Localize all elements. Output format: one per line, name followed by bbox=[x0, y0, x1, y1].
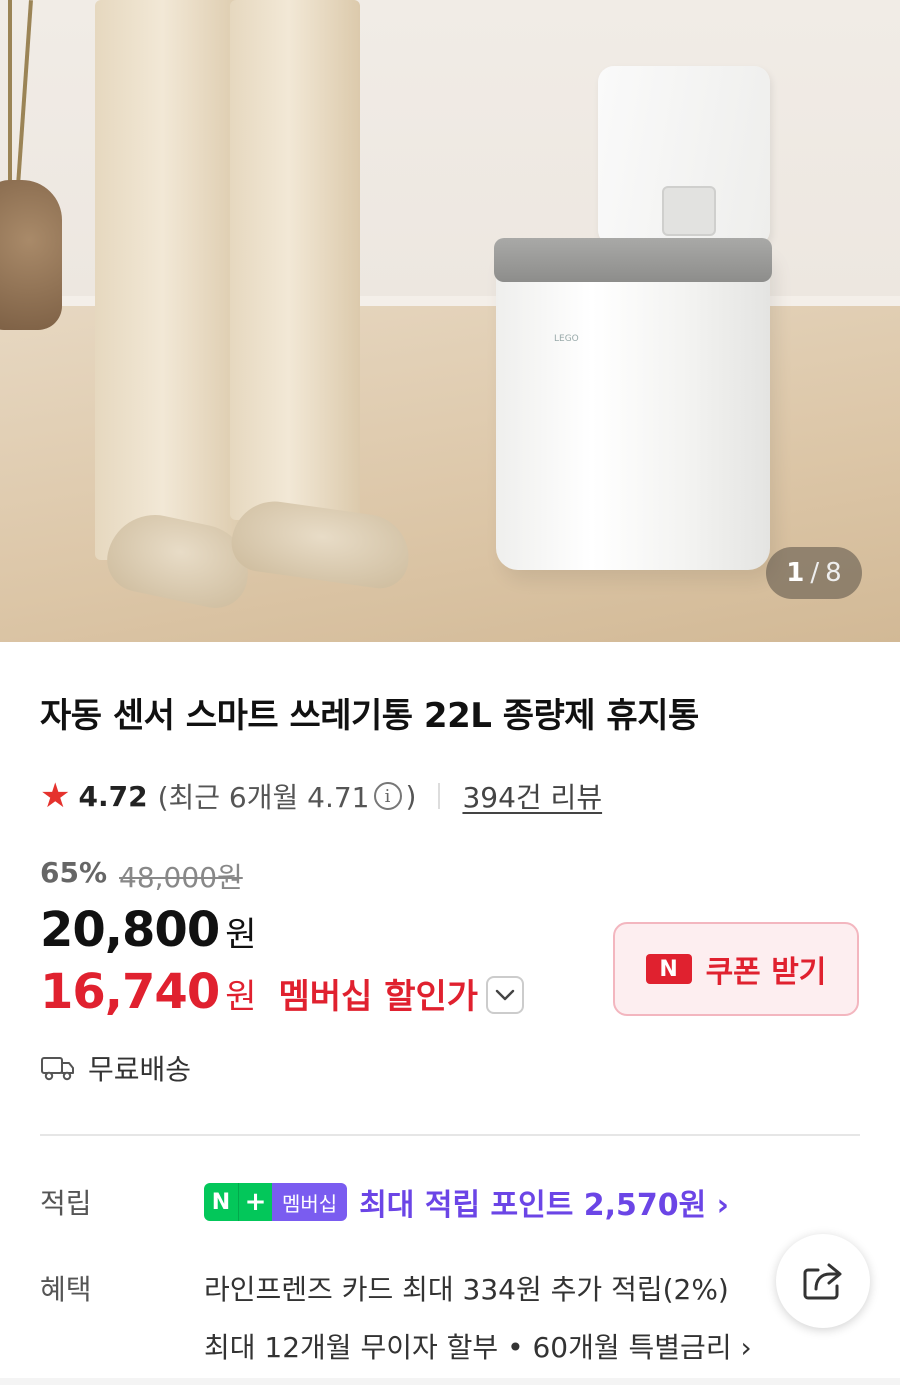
trash-bin-rim bbox=[494, 238, 772, 282]
naver-plus-membership-badge: N + 멤버십 bbox=[204, 1183, 348, 1221]
trash-bin-sensor bbox=[662, 186, 716, 236]
bin-brand-mark: LEGO bbox=[554, 334, 579, 344]
plant-stem bbox=[8, 0, 12, 200]
info-icon[interactable]: i bbox=[373, 782, 402, 810]
rating-score: 4.72 bbox=[78, 779, 148, 813]
truck-icon bbox=[41, 1057, 74, 1081]
section-divider bbox=[40, 1134, 860, 1136]
badge-plus: + bbox=[238, 1183, 272, 1221]
rating-row: ★ 4.72 (최근 6개월 4.71 i ) 394건 리뷰 bbox=[40, 776, 602, 816]
points-row[interactable]: N + 멤버십 최대 적립 포인트 2,570원 › bbox=[204, 1180, 729, 1224]
product-image[interactable]: LEGO 1 / 8 bbox=[0, 0, 900, 642]
recent-rating: (최근 6개월 4.71 bbox=[157, 781, 370, 814]
plant-stem bbox=[15, 0, 33, 200]
image-counter-separator: / bbox=[810, 558, 820, 588]
pant-leg bbox=[95, 0, 245, 560]
product-title: 자동 센서 스마트 쓰레기통 22L 종량제 휴지통 bbox=[40, 696, 699, 736]
plant-pot bbox=[0, 180, 62, 330]
member-price-unit: 원 bbox=[225, 977, 257, 1017]
review-count-link[interactable]: 394건 리뷰 bbox=[462, 776, 602, 816]
badge-membership: 멤버십 bbox=[272, 1183, 348, 1221]
coupon-button-label: 쿠폰 받기 bbox=[705, 955, 827, 990]
share-icon bbox=[803, 1263, 842, 1300]
share-button[interactable] bbox=[776, 1234, 870, 1328]
badge-n: N bbox=[204, 1183, 238, 1221]
shipping-info: 무료배송 bbox=[40, 1048, 191, 1088]
member-price: 16,740 원 멤버십 할인가 bbox=[40, 964, 478, 1020]
benefits-row-label: 혜택 bbox=[40, 1273, 92, 1306]
naver-coupon-icon: N bbox=[645, 954, 692, 984]
coupon-button[interactable]: N 쿠폰 받기 bbox=[613, 922, 859, 1016]
member-price-expand-button[interactable] bbox=[486, 976, 524, 1014]
sale-price-value: 20,800 bbox=[40, 902, 220, 958]
image-counter-current: 1 bbox=[786, 558, 805, 588]
recent-rating-close: ) bbox=[405, 779, 417, 813]
benefit-installment[interactable]: 최대 12개월 무이자 할부 • 60개월 특별금리 › bbox=[204, 1326, 752, 1366]
discount-rate: 65% bbox=[40, 856, 108, 889]
max-points-text: 최대 적립 포인트 2,570원 › bbox=[359, 1188, 730, 1223]
image-counter: 1 / 8 bbox=[766, 547, 862, 599]
trash-bin-body bbox=[496, 248, 770, 570]
discount-line: 65% 48,000원 bbox=[40, 856, 243, 896]
benefit-card-points[interactable]: 라인프렌즈 카드 최대 334원 추가 적립(2%) bbox=[204, 1268, 729, 1308]
pant-leg bbox=[230, 0, 360, 520]
star-icon: ★ bbox=[40, 776, 71, 816]
bottom-divider bbox=[0, 1378, 900, 1385]
member-price-label: 멤버십 할인가 bbox=[278, 977, 479, 1017]
chevron-down-icon bbox=[495, 989, 515, 1001]
original-price: 48,000원 bbox=[119, 861, 243, 894]
sale-price-unit: 원 bbox=[225, 915, 257, 955]
points-row-label: 적립 bbox=[40, 1187, 92, 1220]
divider bbox=[438, 783, 441, 809]
member-price-value: 16,740 bbox=[40, 964, 220, 1020]
image-counter-total: 8 bbox=[825, 558, 842, 588]
sale-price: 20,800 원 bbox=[40, 902, 257, 958]
shipping-label: 무료배송 bbox=[88, 1053, 192, 1086]
